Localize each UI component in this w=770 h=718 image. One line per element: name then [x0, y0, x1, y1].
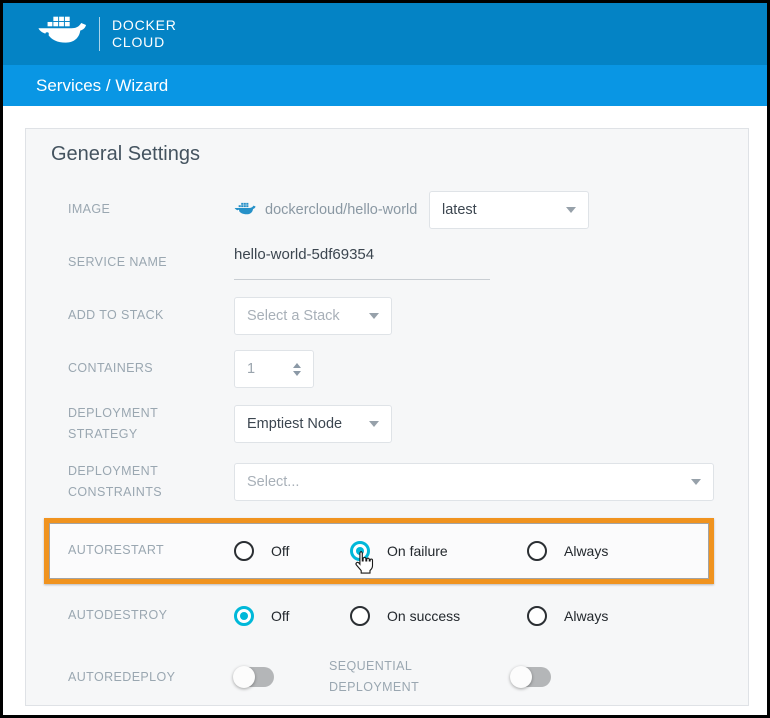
deployment-constraints-row: DEPLOYMENT CONSTRAINTS Select...	[68, 461, 712, 504]
stepper-arrows[interactable]	[293, 363, 301, 376]
add-to-stack-label: ADD TO STACK	[68, 305, 234, 326]
stepper-up-icon[interactable]	[293, 363, 301, 368]
toggle-knob	[510, 666, 532, 688]
containers-row: CONTAINERS 1	[68, 350, 712, 388]
autorestart-off-radio[interactable]	[234, 541, 254, 561]
toggle-knob	[233, 666, 255, 688]
app-window: DOCKER CLOUD Services / Wizard General S…	[0, 0, 770, 718]
autorestart-label: AUTORESTART	[68, 540, 234, 561]
deployment-strategy-value: Emptiest Node	[247, 416, 342, 432]
add-to-stack-row: ADD TO STACK Select a Stack	[68, 297, 712, 335]
sequential-deployment-toggle[interactable]	[511, 667, 551, 687]
autodestroy-on-success-radio[interactable]	[350, 606, 370, 626]
page-title: General Settings	[51, 143, 712, 166]
service-name-label: SERVICE NAME	[68, 252, 234, 273]
image-repository: dockercloud/hello-world	[234, 202, 429, 219]
autoredeploy-toggle[interactable]	[234, 667, 274, 687]
chevron-down-icon	[369, 421, 379, 427]
autodestroy-label: AUTODESTROY	[68, 605, 234, 626]
containers-label: CONTAINERS	[68, 358, 234, 379]
chevron-down-icon	[566, 207, 576, 213]
service-name-row: SERVICE NAME hello-world-5df69354	[68, 244, 712, 282]
image-repository-name: dockercloud/hello-world	[265, 202, 417, 218]
image-tag-value: latest	[442, 202, 477, 218]
deployment-strategy-row: DEPLOYMENT STRATEGY Emptiest Node	[68, 403, 712, 446]
autodestroy-off-label[interactable]: Off	[271, 608, 289, 624]
brand-name: DOCKER CLOUD	[112, 17, 177, 52]
image-tag-select[interactable]: latest	[429, 191, 589, 229]
autorestart-on-failure-label[interactable]: On failure	[387, 543, 448, 559]
deployment-strategy-label: DEPLOYMENT STRATEGY	[68, 403, 234, 446]
breadcrumb-bar: Services / Wizard	[3, 65, 767, 106]
stack-select-placeholder: Select a Stack	[247, 308, 340, 324]
autodestroy-always-label[interactable]: Always	[564, 608, 608, 624]
chevron-down-icon	[369, 313, 379, 319]
docker-whale-small-icon	[234, 202, 256, 219]
autodestroy-on-success-label[interactable]: On success	[387, 608, 460, 624]
brand-separator	[99, 17, 100, 51]
autodestroy-always-radio[interactable]	[527, 606, 547, 626]
autorestart-always-radio[interactable]	[527, 541, 547, 561]
stepper-down-icon[interactable]	[293, 371, 301, 376]
service-name-input[interactable]: hello-world-5df69354	[234, 246, 490, 280]
sequential-deployment-label: SEQUENTIAL DEPLOYMENT	[329, 656, 449, 699]
autorestart-off-label[interactable]: Off	[271, 543, 289, 559]
top-header-bar: DOCKER CLOUD	[3, 3, 767, 65]
autorestart-row: AUTORESTART Off On failure Always	[68, 532, 709, 570]
breadcrumb[interactable]: Services / Wizard	[36, 76, 168, 96]
deployment-constraints-label: DEPLOYMENT CONSTRAINTS	[68, 461, 234, 504]
autodestroy-row: AUTODESTROY Off On success Always	[68, 597, 712, 635]
brand[interactable]: DOCKER CLOUD	[37, 15, 177, 53]
deployment-strategy-select[interactable]: Emptiest Node	[234, 405, 392, 443]
autoredeploy-row: AUTOREDEPLOY SEQUENTIAL DEPLOYMENT	[68, 656, 712, 699]
hand-cursor-icon	[352, 550, 374, 575]
chevron-down-icon	[691, 479, 701, 485]
image-label: IMAGE	[68, 199, 234, 220]
image-row: IMAGE dockercloud/hello-world latest	[68, 191, 712, 229]
deployment-constraints-select[interactable]: Select...	[234, 463, 714, 501]
stack-select[interactable]: Select a Stack	[234, 297, 392, 335]
general-settings-card: General Settings IMAGE dockercloud/hello…	[25, 128, 749, 706]
autodestroy-off-radio[interactable]	[234, 606, 254, 626]
service-name-value: hello-world-5df69354	[234, 246, 374, 263]
autorestart-always-label[interactable]: Always	[564, 543, 608, 559]
docker-whale-icon	[37, 15, 87, 53]
autoredeploy-label: AUTOREDEPLOY	[68, 667, 234, 688]
deployment-constraints-placeholder: Select...	[247, 474, 299, 490]
containers-value: 1	[247, 361, 255, 377]
autorestart-highlight-annotation: AUTORESTART Off On failure Always	[44, 518, 714, 584]
containers-stepper[interactable]: 1	[234, 350, 314, 388]
